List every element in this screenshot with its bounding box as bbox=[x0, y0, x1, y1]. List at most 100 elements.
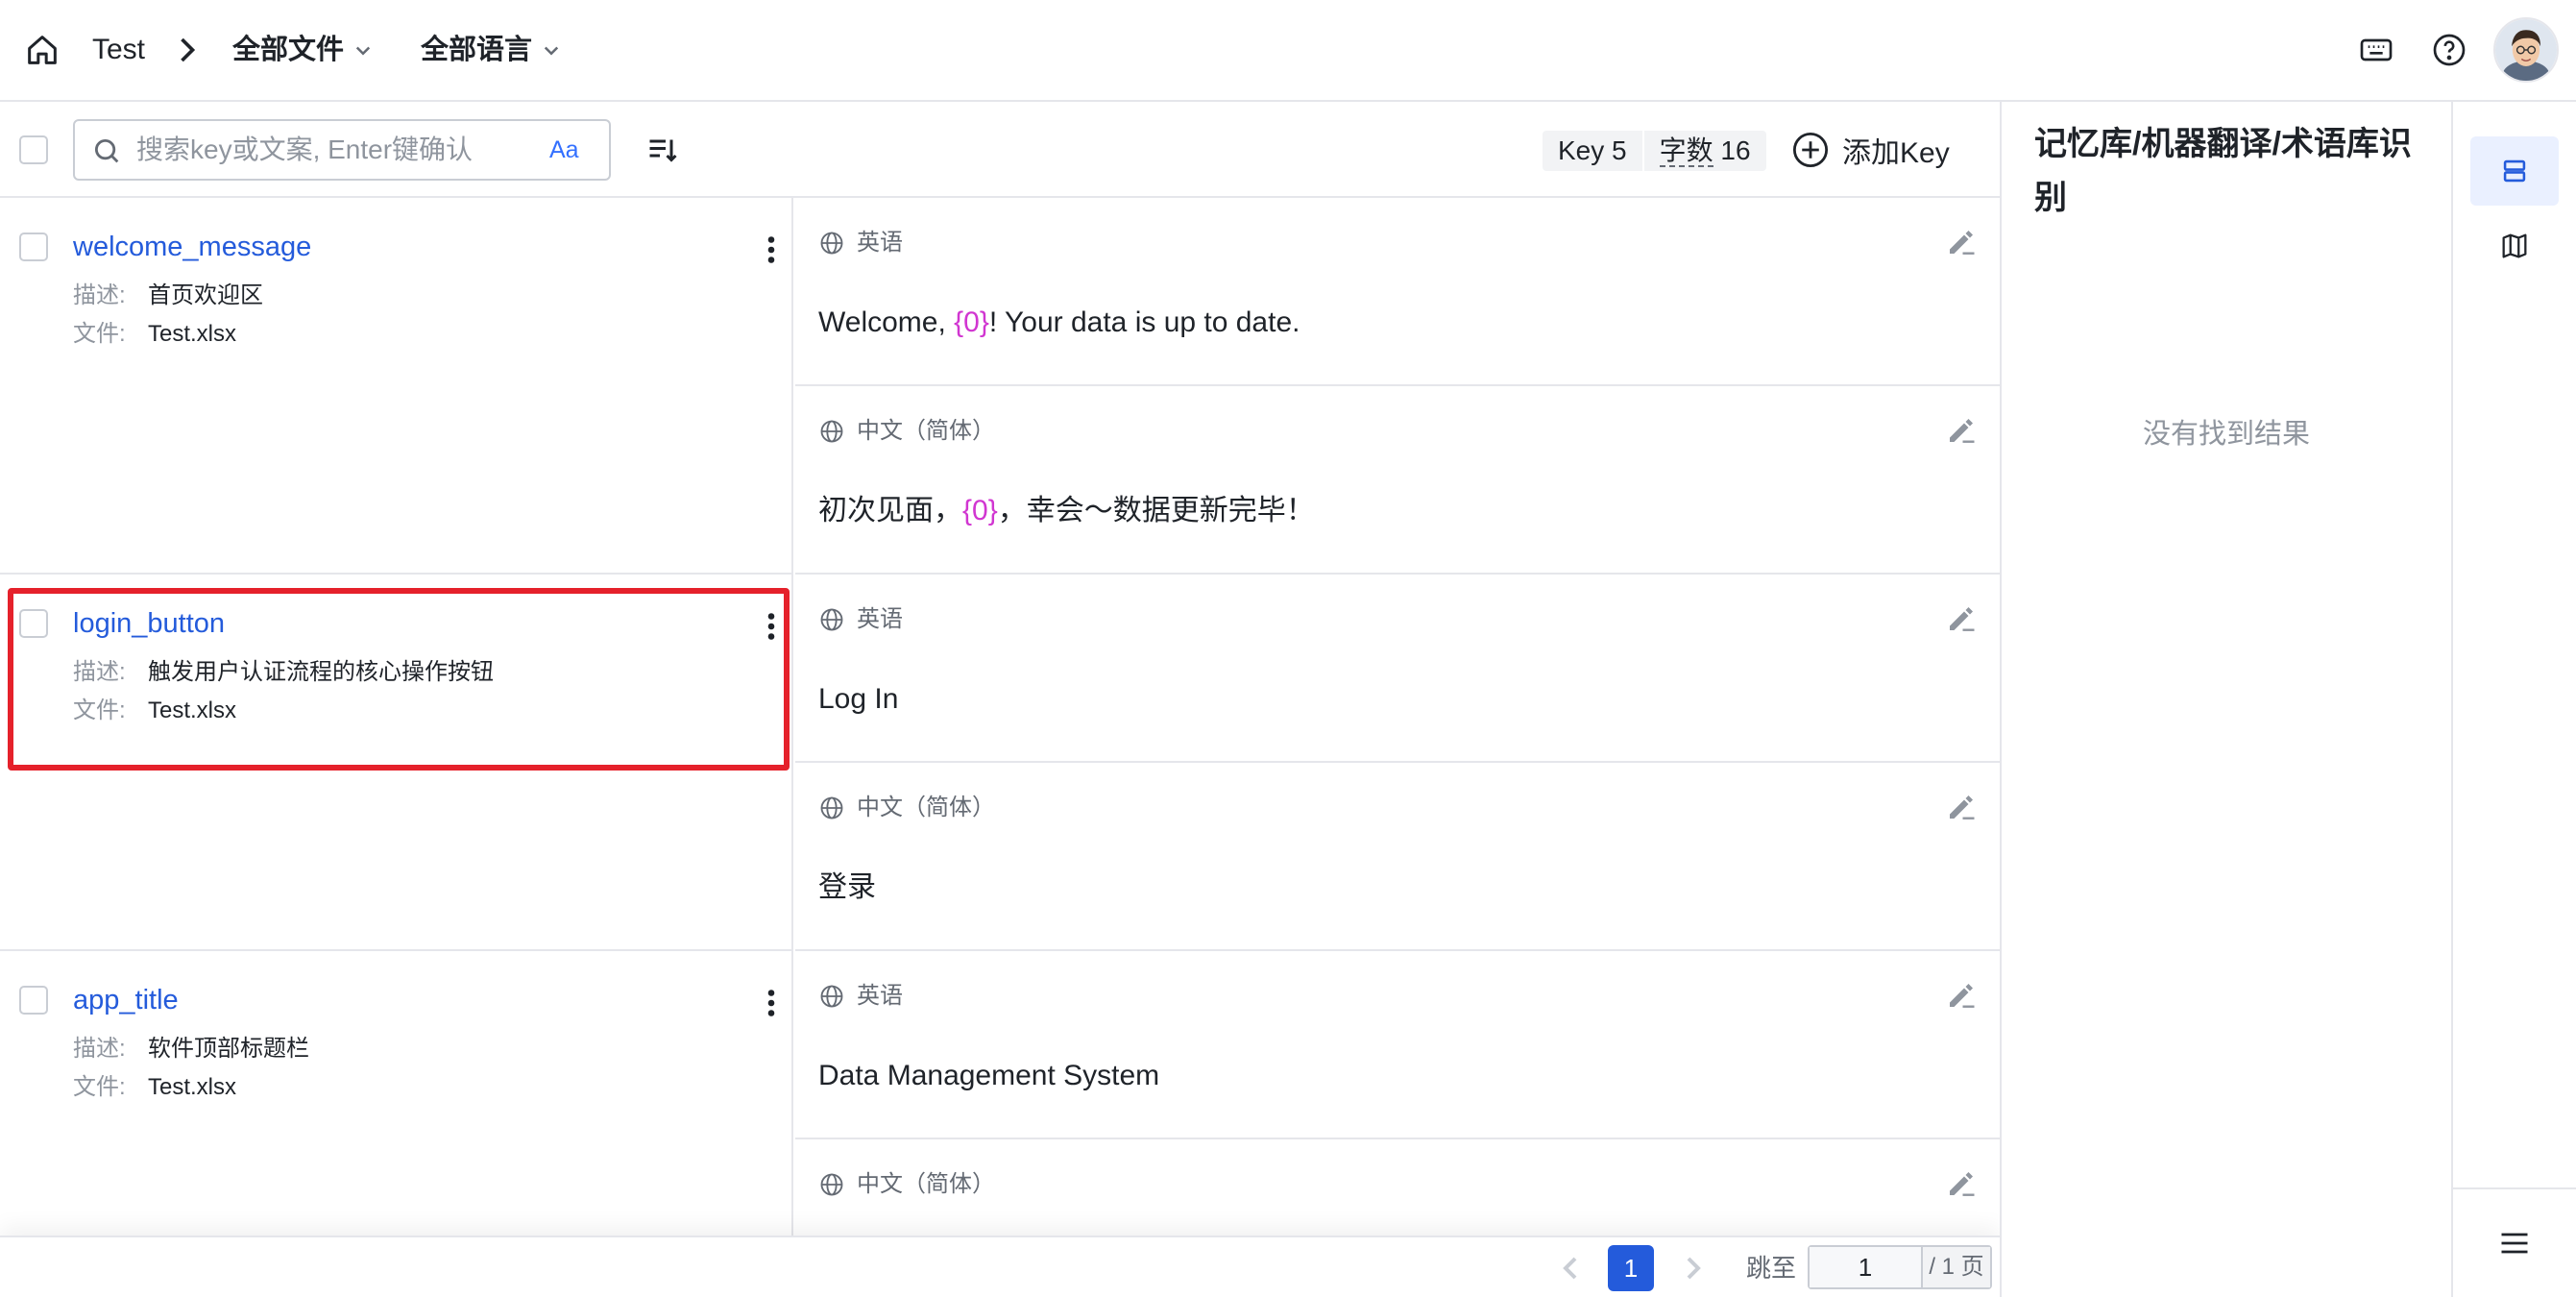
file-filter-dropdown[interactable]: 全部文件 bbox=[232, 29, 373, 71]
language-label: 中文（简体） bbox=[818, 792, 995, 824]
translation-cell: 中文（简体） 登录 bbox=[795, 763, 2000, 951]
case-sensitive-toggle[interactable]: Aa bbox=[549, 133, 579, 167]
right-sidebar bbox=[2453, 102, 2576, 1297]
text-part: Data Management System bbox=[818, 1060, 1160, 1091]
home-icon[interactable] bbox=[23, 31, 61, 69]
globe-icon bbox=[820, 796, 843, 820]
edit-icon[interactable] bbox=[1944, 790, 1979, 824]
key-name[interactable]: welcome_message bbox=[73, 227, 311, 267]
file-label: 文件: bbox=[73, 321, 126, 347]
chevron-left-icon[interactable] bbox=[1556, 1253, 1587, 1284]
panel-title: 记忆库/机器翻译/术语库识别 bbox=[2034, 126, 2412, 216]
edit-icon[interactable] bbox=[1944, 1166, 1979, 1201]
text-part: 登录 bbox=[818, 871, 876, 903]
language-name: 中文（简体） bbox=[857, 795, 995, 820]
globe-icon bbox=[820, 1173, 843, 1196]
file-value: Test.xlsx bbox=[148, 321, 237, 347]
search-box[interactable]: Aa bbox=[73, 119, 611, 181]
key-description: 描述: 软件顶部标题栏 bbox=[73, 1032, 309, 1066]
key-checkbox[interactable] bbox=[19, 609, 48, 638]
language-label: 英语 bbox=[818, 227, 903, 259]
page-total: / 1 页 bbox=[1921, 1247, 1990, 1287]
chevron-right-icon[interactable] bbox=[1677, 1253, 1708, 1284]
jump-to-label: 跳至 bbox=[1746, 1254, 1797, 1283]
globe-icon bbox=[820, 232, 843, 255]
file-filter-label: 全部文件 bbox=[232, 35, 345, 65]
select-all-checkbox[interactable] bbox=[19, 135, 48, 164]
translation-cell: 英语 Log In bbox=[795, 575, 2000, 763]
text-part: Welcome, bbox=[818, 306, 955, 338]
project-name[interactable]: Test bbox=[92, 29, 145, 71]
chevron-down-icon bbox=[355, 46, 371, 56]
globe-icon bbox=[820, 608, 843, 631]
word-count-value: 16 bbox=[1720, 135, 1751, 165]
globe-icon bbox=[820, 420, 843, 443]
key-description: 描述: 首页欢迎区 bbox=[73, 279, 263, 313]
more-vertical-icon[interactable] bbox=[757, 232, 786, 267]
translation-cell: 中文（简体） bbox=[795, 1139, 2000, 1236]
translation-cell: 英语 Data Management System bbox=[795, 951, 2000, 1139]
description-value: 触发用户认证流程的核心操作按钮 bbox=[148, 659, 494, 685]
description-label: 描述: bbox=[73, 282, 126, 308]
sort-icon[interactable] bbox=[645, 133, 680, 167]
map-view-button[interactable] bbox=[2470, 211, 2559, 281]
description-value: 软件顶部标题栏 bbox=[148, 1036, 309, 1062]
language-filter-dropdown[interactable]: 全部语言 bbox=[421, 29, 561, 71]
language-label: 中文（简体） bbox=[818, 1168, 995, 1201]
translation-text[interactable]: 登录 bbox=[818, 869, 876, 907]
language-label: 英语 bbox=[818, 603, 903, 636]
text-part: Log In bbox=[818, 683, 899, 715]
language-label: 中文（简体） bbox=[818, 415, 995, 448]
menu-icon bbox=[2501, 1233, 2528, 1254]
globe-icon bbox=[820, 985, 843, 1008]
more-vertical-icon[interactable] bbox=[757, 609, 786, 644]
word-count-label: 字数 bbox=[1659, 135, 1713, 167]
empty-result-text: 没有找到结果 bbox=[2142, 419, 2310, 450]
add-key-button[interactable]: 添加Key bbox=[1790, 129, 1950, 171]
key-file: 文件: Test.xlsx bbox=[73, 1070, 236, 1105]
description-label: 描述: bbox=[73, 1036, 126, 1062]
key-row: app_title 描述: 软件顶部标题栏 文件: Test.xlsx bbox=[0, 951, 793, 1236]
translation-assist-panel: 记忆库/机器翻译/术语库识别 没有找到结果 bbox=[2000, 102, 2453, 1297]
chevron-right-icon bbox=[181, 37, 196, 62]
placeholder-token: {0} bbox=[954, 306, 989, 338]
text-part: 初次见面， bbox=[818, 495, 962, 526]
translation-text[interactable]: Data Management System bbox=[818, 1057, 1159, 1095]
pagination: 1 跳至 / 1 页 bbox=[0, 1236, 2000, 1297]
page-button-current[interactable]: 1 bbox=[1608, 1245, 1654, 1291]
edit-icon[interactable] bbox=[1944, 601, 1979, 636]
menu-button[interactable] bbox=[2453, 1187, 2576, 1297]
file-value: Test.xlsx bbox=[148, 1074, 237, 1100]
key-row: login_button 描述: 触发用户认证流程的核心操作按钮 文件: Test.… bbox=[0, 575, 793, 951]
key-list: welcome_message 描述: 首页欢迎区 文件: Test.xlsx lo… bbox=[0, 198, 2000, 1236]
description-value: 首页欢迎区 bbox=[148, 282, 263, 308]
more-vertical-icon[interactable] bbox=[757, 986, 786, 1020]
key-count: Key 5 bbox=[1543, 131, 1644, 171]
edit-icon[interactable] bbox=[1944, 225, 1979, 259]
search-input[interactable] bbox=[136, 129, 540, 171]
add-key-label: 添加Key bbox=[1842, 137, 1950, 169]
edit-icon[interactable] bbox=[1944, 413, 1979, 448]
key-checkbox[interactable] bbox=[19, 986, 48, 1015]
key-name[interactable]: login_button bbox=[73, 603, 225, 644]
language-name: 中文（简体） bbox=[857, 418, 995, 444]
edit-icon[interactable] bbox=[1944, 978, 1979, 1013]
translation-text[interactable]: Welcome, {0}! Your data is up to date. bbox=[818, 304, 1300, 342]
key-checkbox[interactable] bbox=[19, 232, 48, 261]
translation-text[interactable]: 初次见面，{0}，幸会～数据更新完毕！ bbox=[818, 492, 1315, 530]
plus-circle-icon bbox=[1792, 132, 1829, 168]
key-name[interactable]: app_title bbox=[73, 980, 179, 1020]
translation-text[interactable]: Log In bbox=[818, 680, 898, 719]
translation-column: 英语 Welcome, {0}! Your data is up to date… bbox=[795, 198, 2000, 1236]
keyboard-icon[interactable] bbox=[2357, 31, 2395, 69]
language-name: 中文（简体） bbox=[857, 1171, 995, 1197]
help-icon[interactable] bbox=[2430, 31, 2468, 69]
page-jump-box: / 1 页 bbox=[1808, 1245, 1992, 1289]
list-view-button[interactable] bbox=[2470, 136, 2559, 206]
text-part: ! Your data is up to date. bbox=[988, 306, 1300, 338]
page-jump-input[interactable] bbox=[1810, 1247, 1921, 1287]
text-part: ，幸会～数据更新完毕！ bbox=[997, 495, 1315, 526]
list-toolbar: Aa Key 5 字数 16 添加Key bbox=[0, 102, 2000, 198]
word-count[interactable]: 字数 16 bbox=[1644, 131, 1766, 171]
user-avatar[interactable] bbox=[2493, 17, 2559, 83]
